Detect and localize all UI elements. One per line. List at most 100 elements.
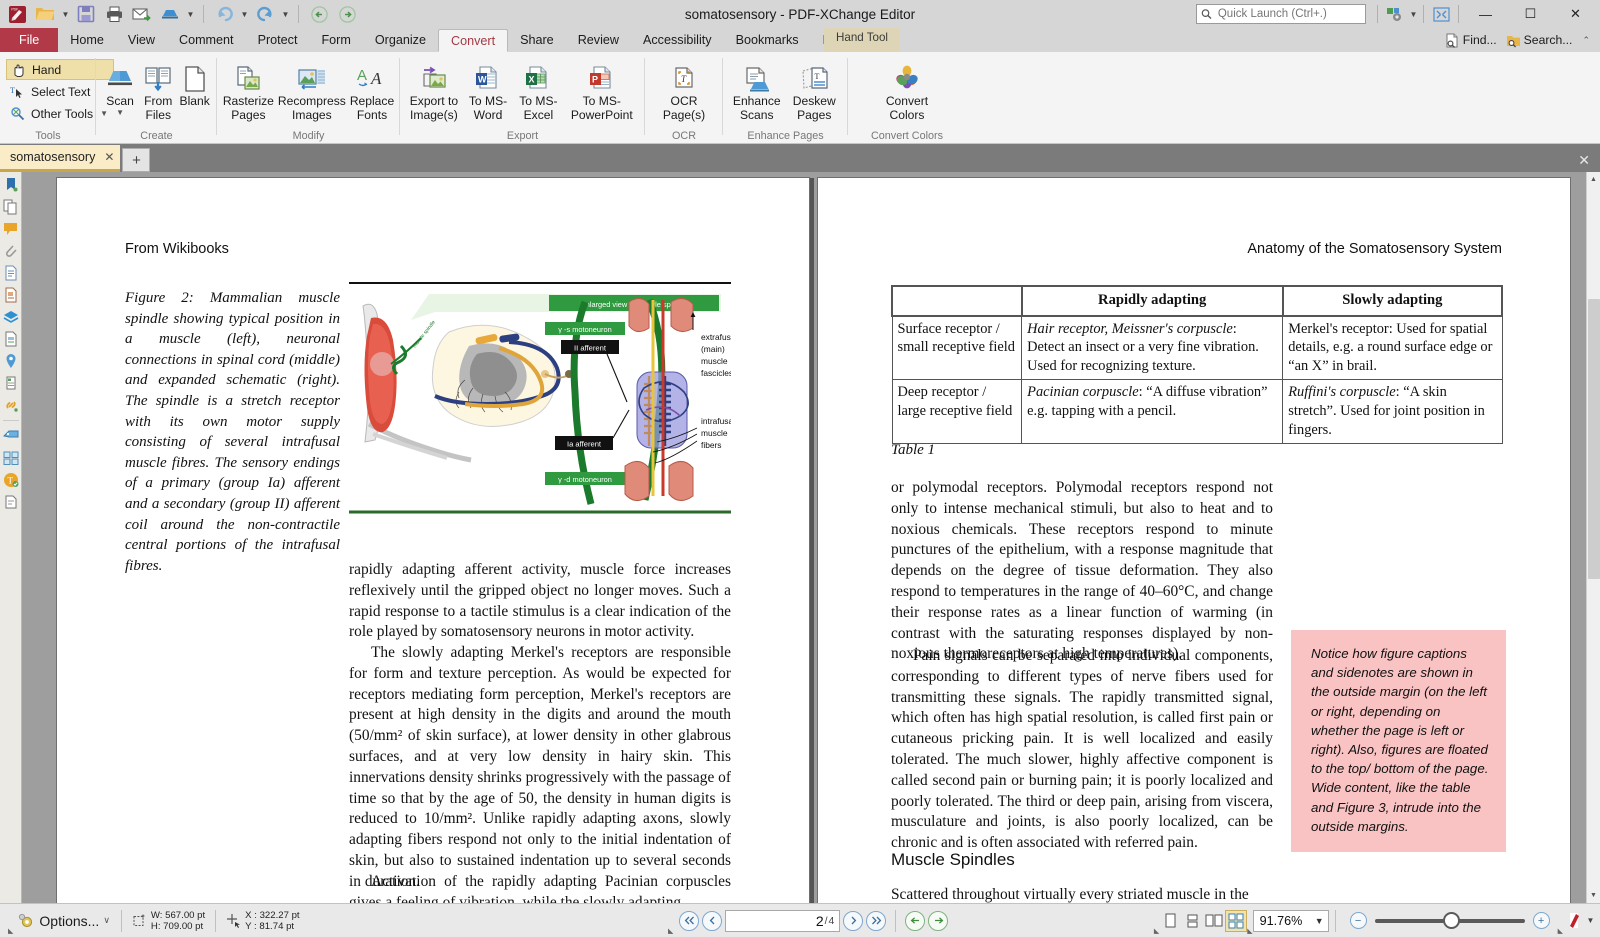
two-page-continuous-icon[interactable] — [1225, 909, 1248, 932]
customize-caret-icon[interactable]: ▼ — [1408, 2, 1419, 26]
menu-convert[interactable]: Convert — [437, 29, 509, 52]
scan-dropdown-caret-icon[interactable]: ▼ — [116, 108, 124, 117]
quick-launch-box[interactable] — [1196, 4, 1366, 24]
button-rasterize-pages[interactable]: Rasterize Pages — [222, 56, 275, 122]
links-icon[interactable] — [2, 396, 20, 414]
options-button[interactable]: Options... ∨ — [13, 909, 115, 933]
forward-icon[interactable] — [334, 2, 360, 26]
first-page-button[interactable] — [679, 910, 700, 931]
document-viewport[interactable]: From Wikibooks Figure 2: Mammalian muscl… — [22, 172, 1600, 903]
attachments-icon[interactable] — [2, 242, 20, 260]
button-scan[interactable]: Scan ▼ — [102, 56, 138, 117]
menu-comment[interactable]: Comment — [167, 28, 246, 52]
find-button[interactable]: Find... — [1442, 33, 1500, 48]
zoom-level-select[interactable]: 91.76% ▼ — [1252, 909, 1329, 932]
content-icon[interactable] — [2, 286, 20, 304]
button-to-ms-excel[interactable]: X To MS- Excel — [514, 56, 562, 122]
fields-icon[interactable] — [2, 330, 20, 348]
scroll-thumb[interactable] — [1587, 299, 1600, 579]
button-export-to-images[interactable]: Export to Image(s) — [406, 56, 462, 122]
minimize-button[interactable]: — — [1463, 0, 1508, 28]
pages-icon[interactable] — [2, 264, 20, 282]
previous-view-button[interactable] — [905, 910, 926, 931]
thumbnails-icon[interactable] — [2, 198, 20, 216]
destinations-icon[interactable] — [2, 352, 20, 370]
close-button[interactable]: ✕ — [1553, 0, 1598, 28]
zoom-in-button[interactable]: + — [1532, 912, 1550, 929]
redo-caret-icon[interactable]: ▼ — [280, 2, 291, 26]
undo-caret-icon[interactable]: ▼ — [239, 2, 250, 26]
vertical-scrollbar[interactable]: ▲ ▼ — [1586, 172, 1600, 903]
options-caret-icon[interactable]: ∨ — [103, 915, 110, 926]
scroll-up-icon[interactable]: ▲ — [1587, 172, 1600, 187]
page-left[interactable]: From Wikibooks Figure 2: Mammalian muscl… — [57, 178, 809, 903]
signatures-icon[interactable] — [2, 374, 20, 392]
next-view-button[interactable] — [928, 910, 949, 931]
table-1[interactable]: Rapidly adapting Slowly adapting Surface… — [891, 285, 1504, 445]
fullscreen-icon[interactable] — [1428, 2, 1454, 26]
save-icon[interactable] — [73, 2, 99, 26]
undo-icon[interactable] — [211, 2, 237, 26]
button-deskew-pages[interactable]: T Deskew Pages — [787, 56, 843, 122]
customize-toolbar-icon[interactable] — [1382, 2, 1408, 26]
collapse-ribbon-icon[interactable]: ⌃ — [1578, 35, 1594, 46]
zoom-knob[interactable] — [1442, 911, 1460, 929]
button-to-ms-word[interactable]: W To MS- Word — [464, 56, 512, 122]
button-replace-fonts[interactable]: A A Replace Fonts — [349, 56, 395, 122]
menu-form[interactable]: Form — [309, 28, 362, 52]
button-recompress-images[interactable]: Recompress Images — [277, 56, 347, 122]
zoom-out-button[interactable]: − — [1349, 912, 1367, 929]
previous-page-button[interactable] — [702, 910, 723, 931]
menu-view[interactable]: View — [116, 28, 167, 52]
new-tab-button[interactable]: + — [122, 148, 151, 172]
open-icon[interactable] — [32, 2, 58, 26]
button-blank[interactable]: Blank — [178, 56, 211, 109]
scroll-down-icon[interactable]: ▼ — [1587, 888, 1600, 903]
menu-bookmarks[interactable]: Bookmarks — [724, 28, 811, 52]
zoom-slider[interactable]: − + — [1342, 911, 1558, 929]
pdf-icon[interactable] — [1563, 910, 1585, 932]
single-page-icon[interactable] — [1159, 910, 1181, 932]
open-caret-icon[interactable]: ▼ — [60, 2, 71, 26]
redo-icon[interactable] — [252, 2, 278, 26]
scan-caret-icon[interactable]: ▼ — [185, 2, 196, 26]
button-ocr-pages[interactable]: T OCR Page(s) — [654, 56, 714, 122]
spellcheck-icon[interactable]: T — [2, 471, 20, 489]
export-panel-icon[interactable] — [2, 493, 20, 511]
menu-file[interactable]: File — [0, 28, 59, 52]
menu-review[interactable]: Review — [566, 28, 631, 52]
comments-icon[interactable] — [2, 220, 20, 238]
two-page-icon[interactable] — [1203, 910, 1225, 932]
page-number-input[interactable]: 2 / 4 — [725, 909, 841, 932]
pdf-caret-icon[interactable]: ▼ — [1585, 909, 1596, 933]
layers-icon[interactable] — [2, 308, 20, 326]
scroll-track[interactable] — [1587, 187, 1600, 888]
tiles-icon[interactable] — [2, 449, 20, 467]
menu-protect[interactable]: Protect — [246, 28, 310, 52]
menu-accessibility[interactable]: Accessibility — [631, 28, 724, 52]
button-from-files[interactable]: From Files — [140, 56, 176, 122]
maximize-button[interactable]: ☐ — [1508, 0, 1553, 28]
close-icon[interactable]: ✕ — [104, 150, 114, 164]
search-button[interactable]: Search... — [1503, 33, 1576, 48]
stamps-icon[interactable] — [2, 427, 20, 445]
figure-2-image[interactable]: enlarged view of muscle spindle — [349, 282, 731, 514]
next-page-button[interactable] — [843, 910, 864, 931]
button-enhance-scans[interactable]: Enhance Scans — [729, 56, 785, 122]
bookmarks-icon[interactable] — [2, 176, 20, 194]
zoom-track[interactable] — [1374, 911, 1525, 929]
app-logo-icon[interactable]: PDF — [4, 2, 30, 26]
menu-organize[interactable]: Organize — [363, 28, 438, 52]
document-tab-somatosensory[interactable]: somatosensory ✕ — [0, 145, 121, 172]
email-icon[interactable] — [129, 2, 155, 26]
scan-icon[interactable] — [157, 2, 183, 26]
menu-share[interactable]: Share — [508, 28, 566, 52]
continuous-icon[interactable] — [1181, 910, 1203, 932]
menu-home[interactable]: Home — [58, 28, 116, 52]
quick-launch-input[interactable] — [1215, 7, 1361, 21]
chevron-down-icon[interactable]: ▼ — [1315, 916, 1324, 926]
button-convert-colors[interactable]: Convert Colors — [871, 56, 943, 122]
last-page-button[interactable] — [866, 910, 887, 931]
print-icon[interactable] — [101, 2, 127, 26]
page-right[interactable]: Anatomy of the Somatosensory System Rapi… — [818, 178, 1570, 903]
